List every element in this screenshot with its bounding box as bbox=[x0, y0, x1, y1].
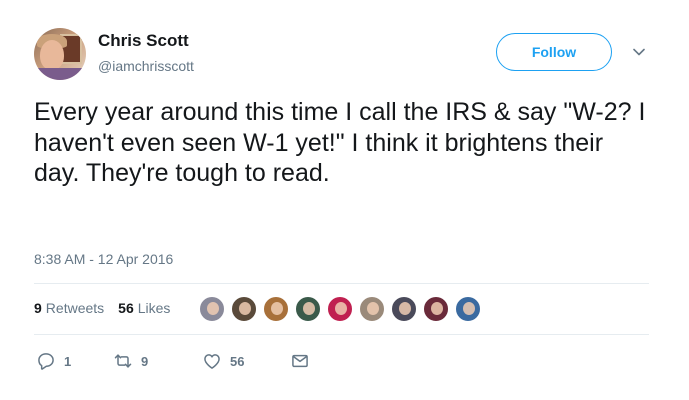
author-handle[interactable]: @iamchrisscott bbox=[98, 58, 194, 74]
retweets-count: 9 bbox=[34, 300, 42, 316]
tweet-actions: 1 9 56 bbox=[36, 351, 310, 371]
likes-stat[interactable]: 56 Likes bbox=[118, 300, 170, 316]
like-action[interactable]: 56 bbox=[202, 351, 290, 371]
liker-avatar[interactable] bbox=[327, 296, 353, 322]
liker-avatar[interactable] bbox=[231, 296, 257, 322]
likes-count: 56 bbox=[118, 300, 134, 316]
heart-icon bbox=[204, 354, 220, 369]
stats-bottom-divider bbox=[34, 334, 649, 335]
envelope-icon bbox=[292, 354, 308, 368]
retweets-label: Retweets bbox=[45, 300, 105, 316]
liker-avatar[interactable] bbox=[423, 296, 449, 322]
reply-action[interactable]: 1 bbox=[36, 351, 113, 371]
tweet-timestamp[interactable]: 8:38 AM - 12 Apr 2016 bbox=[34, 251, 173, 267]
direct-message-action[interactable] bbox=[290, 351, 310, 371]
retweet-icon bbox=[114, 354, 132, 368]
likes-label: Likes bbox=[137, 300, 171, 316]
liker-avatar[interactable] bbox=[359, 296, 385, 322]
tweet-stats: 9 Retweets 56 Likes bbox=[34, 300, 180, 316]
liker-avatar[interactable] bbox=[391, 296, 417, 322]
like-count: 56 bbox=[230, 353, 245, 369]
avatar-shirt bbox=[34, 68, 86, 80]
retweets-stat[interactable]: 9 Retweets bbox=[34, 300, 104, 316]
liker-avatar[interactable] bbox=[455, 296, 481, 322]
reply-icon bbox=[38, 353, 54, 370]
liker-avatar[interactable] bbox=[199, 296, 225, 322]
reply-count: 1 bbox=[64, 353, 72, 369]
follow-button[interactable]: Follow bbox=[496, 33, 612, 71]
author-avatar[interactable] bbox=[34, 28, 86, 80]
avatar-face bbox=[40, 40, 64, 70]
retweet-action[interactable]: 9 bbox=[113, 351, 202, 371]
stats-top-divider bbox=[34, 283, 649, 284]
author-name[interactable]: Chris Scott bbox=[98, 31, 189, 51]
chevron-down-icon[interactable] bbox=[631, 44, 647, 60]
liker-avatar[interactable] bbox=[295, 296, 321, 322]
liker-avatar[interactable] bbox=[263, 296, 289, 322]
liker-avatars bbox=[199, 296, 487, 322]
tweet-text: Every year around this time I call the I… bbox=[34, 98, 646, 187]
retweet-count: 9 bbox=[141, 353, 149, 369]
